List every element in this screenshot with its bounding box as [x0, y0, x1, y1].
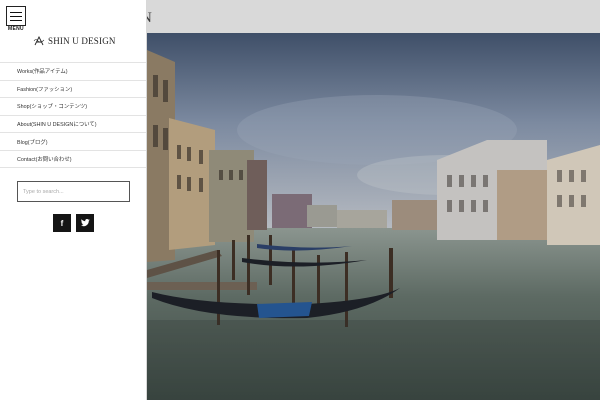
- menu-button[interactable]: [6, 6, 26, 26]
- twitter-icon: [80, 219, 90, 227]
- hamburger-icon: [10, 11, 22, 21]
- page: N MENU SHIN U DESIGN Works(作品アイテム) Fashi…: [0, 0, 600, 400]
- brand-logo[interactable]: SHIN U DESIGN: [33, 35, 116, 47]
- facebook-icon: f: [60, 218, 64, 228]
- main-nav: Works(作品アイテム) Fashion(ファッション) Shop(ショップ・…: [0, 62, 146, 168]
- nav-item-shop[interactable]: Shop(ショップ・コンテンツ): [0, 97, 146, 115]
- facebook-button[interactable]: f: [53, 214, 71, 232]
- nav-item-contact[interactable]: Contact(お問い合わせ): [0, 149, 146, 168]
- brand-name: SHIN U DESIGN: [48, 36, 116, 46]
- top-header-strip: [147, 0, 600, 33]
- search-input[interactable]: [17, 181, 130, 202]
- nav-item-works[interactable]: Works(作品アイテム): [0, 62, 146, 80]
- menu-label: MENU: [8, 26, 24, 32]
- twitter-button[interactable]: [76, 214, 94, 232]
- brand-mark-icon: [33, 35, 45, 46]
- venice-canal-photo: [147, 33, 600, 400]
- nav-item-fashion[interactable]: Fashion(ファッション): [0, 79, 146, 98]
- hero-image: [147, 0, 600, 400]
- nav-item-blog[interactable]: Blog(ブログ): [0, 132, 146, 150]
- sidebar: MENU SHIN U DESIGN Works(作品アイテム) Fashion…: [0, 0, 147, 400]
- nav-item-about[interactable]: About(SHIN U DESIGNについて): [0, 114, 146, 133]
